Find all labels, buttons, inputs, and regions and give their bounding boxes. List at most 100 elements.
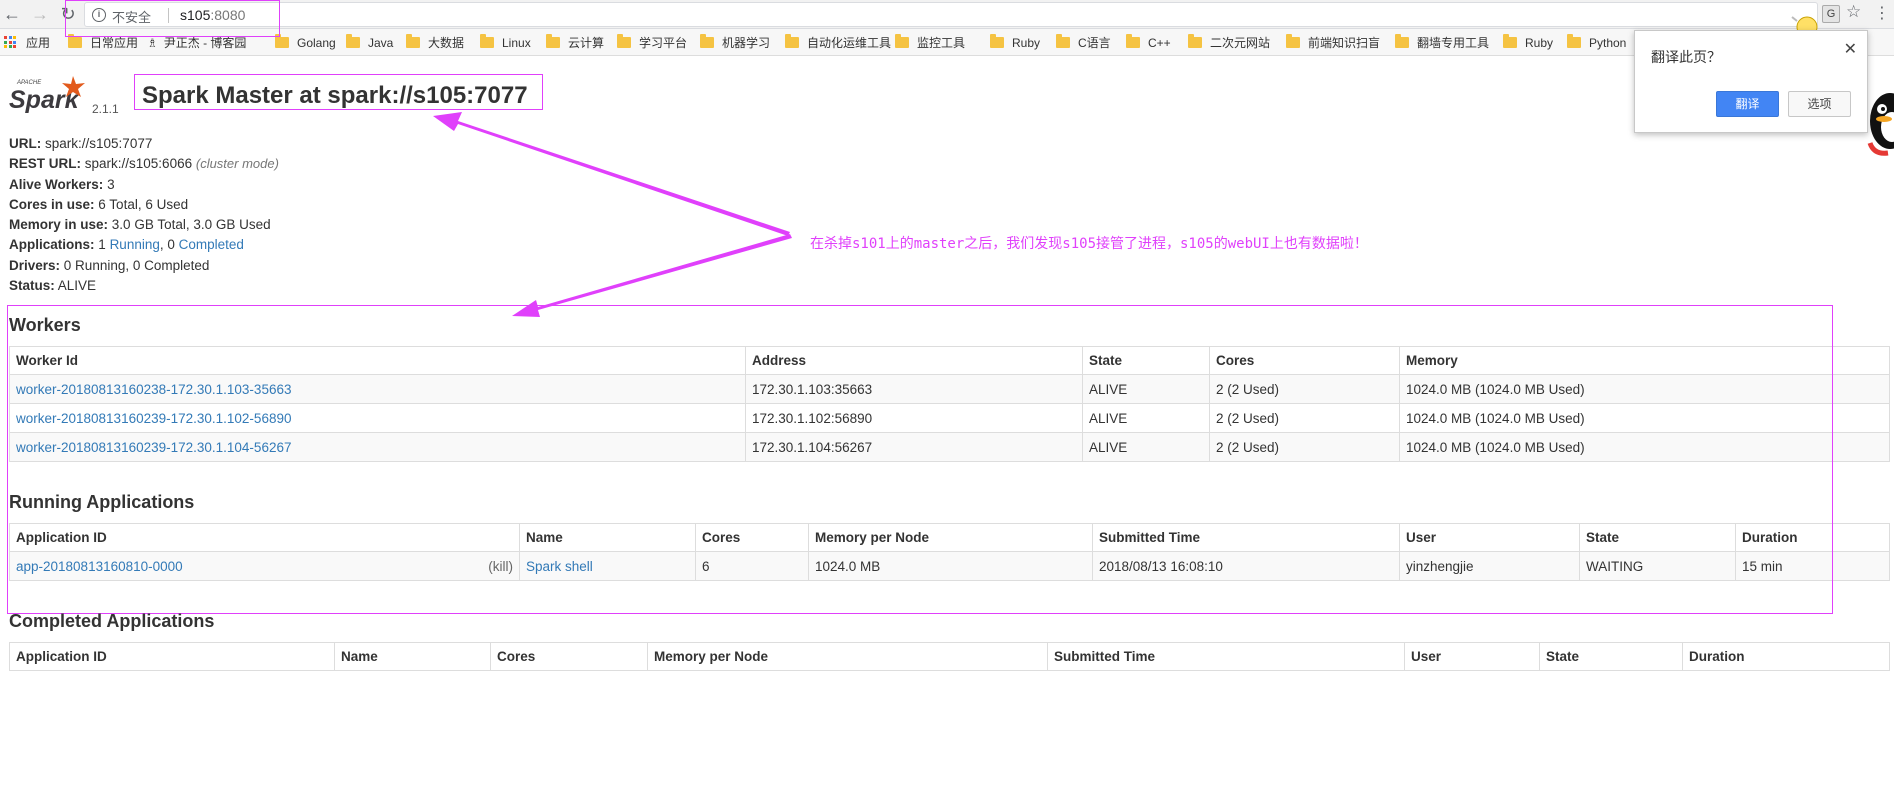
- summary-cores: Cores in use: 6 Total, 6 Used: [9, 196, 189, 212]
- bookmark-item[interactable]: Golang: [275, 34, 336, 51]
- summary-rest-url: REST URL: spark://s105:6066 (cluster mod…: [9, 156, 279, 172]
- column-header[interactable]: Duration: [1682, 642, 1890, 671]
- bookmark-item[interactable]: 学习平台: [617, 34, 688, 51]
- bookmark-label: Ruby: [1525, 36, 1554, 50]
- folder-icon: [1286, 34, 1300, 48]
- translate-icon[interactable]: G: [1822, 5, 1840, 23]
- column-header[interactable]: Memory per Node: [647, 642, 1048, 671]
- bookmark-item[interactable]: 大数据: [406, 34, 465, 51]
- translate-popup-title: 翻译此页？: [1651, 49, 1721, 65]
- version-label: 2.1.1: [92, 102, 119, 116]
- bookmark-label: Ruby: [1012, 36, 1041, 50]
- bookmark-item[interactable]: C语言: [1056, 34, 1111, 51]
- workers-apps-highlight-box: [7, 305, 1833, 614]
- summary-drivers: Drivers: 0 Running, 0 Completed: [9, 257, 210, 273]
- column-header[interactable]: Application ID: [9, 642, 335, 671]
- completed-apps-table: Application ID Name Cores Memory per Node Su…: [9, 642, 1890, 671]
- qq-penguin-icon: [1867, 93, 1894, 156]
- bookmark-item[interactable]: Ruby: [1503, 34, 1554, 51]
- bookmark-item[interactable]: 翻墙专用工具: [1395, 34, 1490, 51]
- options-button[interactable]: 选项: [1788, 91, 1851, 117]
- bookmark-label: Python: [1589, 36, 1627, 50]
- bookmark-label: Java: [368, 36, 394, 50]
- completed-apps-heading: Completed Applications: [9, 611, 215, 631]
- bookmark-item[interactable]: Linux: [480, 34, 531, 51]
- folder-icon: [68, 34, 82, 48]
- menu-icon[interactable]: ⋮: [1874, 3, 1890, 23]
- folder-icon: [1395, 34, 1409, 48]
- bookmark-item[interactable]: 机器学习: [700, 34, 771, 51]
- folder-icon: [785, 34, 799, 48]
- folder-icon: [700, 34, 714, 48]
- column-header[interactable]: Name: [334, 642, 491, 671]
- title-highlight-box: [134, 74, 543, 110]
- star-icon[interactable]: ☆: [1846, 2, 1861, 22]
- summary-applications: Applications: 1 Running, 0 Completed: [9, 237, 244, 253]
- folder-icon: [990, 34, 1004, 48]
- annotation-text: 在杀掉s101上的master之后，我们发现s105接管了进程，s105的web…: [810, 236, 1368, 252]
- back-icon[interactable]: ←: [0, 3, 24, 25]
- translate-popup: 翻译此页？ ✕ 翻译 选项: [1634, 30, 1868, 133]
- apps-icon: [4, 36, 16, 48]
- folder-icon: [275, 34, 289, 48]
- translate-button[interactable]: 翻译: [1716, 91, 1779, 117]
- bookmarks-bar: 应用 日常应用 ♗ 尹正杰 - 博客园 Golang Java 大数据 Linux 云计算 学习平…: [0, 29, 1894, 56]
- bookmark-item[interactable]: Ruby: [990, 34, 1041, 51]
- bookmark-label: 监控工具: [917, 36, 966, 50]
- folder-icon: [346, 34, 360, 48]
- folder-icon: [480, 34, 494, 48]
- folder-icon: [546, 34, 560, 48]
- folder-icon: [1126, 34, 1140, 48]
- bookmark-label: 自动化运维工具: [807, 36, 892, 50]
- bookmark-item[interactable]: ♗ 尹正杰 - 博客园: [147, 35, 246, 51]
- forward-icon[interactable]: →: [28, 3, 52, 25]
- bookmark-label: C语言: [1078, 36, 1111, 50]
- bookmark-label: 日常应用: [90, 36, 139, 50]
- master-summary: URL: spark://s105:7077 REST URL: spark:/…: [9, 134, 279, 296]
- bookmark-label: 云计算: [568, 36, 605, 50]
- close-icon[interactable]: ✕: [1844, 39, 1857, 59]
- summary-memory: Memory in use: 3.0 GB Total, 3.0 GB Used: [9, 217, 271, 233]
- bookmark-label: 前端知识扫盲: [1308, 36, 1381, 50]
- bookmark-label: 机器学习: [722, 36, 771, 50]
- bookmark-item[interactable]: 日常应用: [68, 34, 139, 51]
- column-header[interactable]: Cores: [490, 642, 648, 671]
- folder-icon: [895, 34, 909, 48]
- bookmark-item[interactable]: Python: [1567, 34, 1627, 51]
- column-header[interactable]: User: [1404, 642, 1540, 671]
- site-icon: ♗: [147, 36, 158, 50]
- folder-icon: [1567, 34, 1581, 48]
- bookmark-item[interactable]: 二次元网站: [1188, 34, 1271, 51]
- bookmark-item[interactable]: 监控工具: [895, 34, 966, 51]
- bookmark-item[interactable]: Java: [346, 34, 394, 51]
- summary-url: URL: spark://s105:7077: [9, 136, 153, 151]
- column-header[interactable]: Submitted Time: [1047, 642, 1405, 671]
- completed-apps-link[interactable]: Completed: [179, 237, 244, 252]
- bookmark-label: 二次元网站: [1210, 36, 1271, 50]
- bookmark-label: Golang: [297, 36, 336, 50]
- bookmark-label: 学习平台: [639, 36, 688, 50]
- folder-icon: [1188, 34, 1202, 48]
- bookmark-item[interactable]: 应用: [4, 35, 50, 51]
- folder-icon: [1503, 34, 1517, 48]
- summary-status: Status: ALIVE: [9, 278, 97, 294]
- bookmark-label: 翻墙专用工具: [1417, 36, 1490, 50]
- arrow-to-title: [433, 112, 790, 236]
- bookmark-item[interactable]: C++: [1126, 34, 1171, 51]
- column-header[interactable]: State: [1539, 642, 1683, 671]
- browser-toolbar: ← → ↻ i 不安全 s105:8080 G ☆ ⋮: [0, 0, 1894, 29]
- bookmark-item[interactable]: 云计算: [546, 34, 605, 51]
- summary-alive-workers: Alive Workers: 3: [9, 176, 115, 192]
- address-bar[interactable]: i 不安全 s105:8080: [84, 2, 1818, 27]
- bookmark-item[interactable]: 自动化运维工具: [785, 34, 892, 51]
- spark-logo[interactable]: APACHE Spark: [9, 74, 89, 114]
- bookmark-label: C++: [1148, 36, 1171, 50]
- bookmark-label: Linux: [502, 36, 531, 50]
- folder-icon: [406, 34, 420, 48]
- bookmark-label: 大数据: [428, 36, 465, 50]
- folder-icon: [1056, 34, 1070, 48]
- running-apps-link[interactable]: Running: [110, 237, 160, 252]
- url-highlight-box: [65, 0, 280, 37]
- bookmark-item[interactable]: 前端知识扫盲: [1286, 34, 1381, 51]
- bookmark-label: 尹正杰 - 博客园: [163, 36, 247, 50]
